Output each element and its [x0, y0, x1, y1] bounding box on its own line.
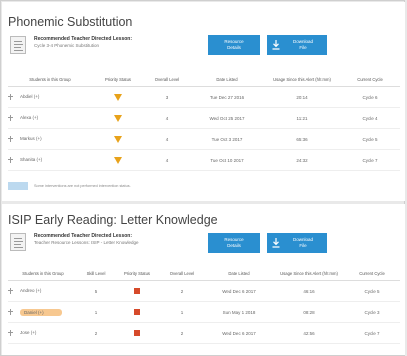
- expand-icon[interactable]: [8, 330, 14, 336]
- section-title: ISIP Early Reading: Letter Knowledge: [8, 213, 218, 227]
- usage: 65:36: [264, 128, 340, 150]
- expand-icon[interactable]: [8, 288, 14, 294]
- section-title: Phonemic Substitution: [8, 15, 133, 29]
- col-skill-level[interactable]: Skill Level: [78, 266, 114, 281]
- current-cycle: Cycle 6: [340, 86, 400, 108]
- student-name[interactable]: Shanita (+): [20, 157, 42, 162]
- lesson-subtitle: Cycle 3-4 Phonemic Substitution: [34, 43, 100, 48]
- student-name-highlighted[interactable]: Daniel (+): [20, 308, 62, 316]
- alert-priority-icon: [134, 330, 140, 336]
- footnote: Some interventions are not performed int…: [34, 184, 131, 188]
- table-header: Students in this Group Priority Status O…: [8, 72, 400, 87]
- usage: 20:14: [264, 86, 340, 108]
- current-cycle: Cycle 7: [344, 322, 400, 344]
- table-row[interactable]: Andreo (+) 5 2 Wed Dec 6 2017 46:16 Cycl…: [8, 280, 400, 302]
- expand-icon[interactable]: [8, 309, 14, 316]
- date-listed: Tue Dec 27 2016: [190, 86, 264, 108]
- resource-details-button[interactable]: Resource Details: [208, 35, 260, 55]
- warning-priority-icon: [114, 156, 122, 164]
- date-listed: Wed Oct 25 2017: [190, 107, 264, 129]
- alert-priority-icon: [134, 288, 140, 294]
- col-current-cycle[interactable]: Current Cycle: [344, 266, 400, 281]
- usage: 11:21: [264, 107, 340, 129]
- skill-level: 1: [78, 301, 114, 323]
- usage: 24:32: [264, 149, 340, 171]
- phonemic-substitution-panel: Phonemic Substitution Recommended Teache…: [2, 2, 405, 201]
- col-priority[interactable]: Priority Status: [114, 266, 160, 281]
- date-listed: Tue Oct 10 2017: [190, 149, 264, 171]
- table-row[interactable]: Alexa (+) 4 Wed Oct 25 2017 11:21 Cycle …: [8, 107, 400, 129]
- lesson-document-icon: [10, 36, 26, 54]
- date-listed: Wed Dec 6 2017: [204, 280, 274, 302]
- lesson-subtitle: Teacher Resource Lessons: ISIP - Letter …: [34, 240, 139, 245]
- overall-level: 3: [144, 86, 190, 108]
- lesson-document-icon: [10, 233, 26, 251]
- date-listed: Sun May 1 2018: [204, 301, 274, 323]
- overall-level: 2: [160, 280, 204, 302]
- lesson-title: Recommended Teacher Directed Lesson:: [34, 36, 132, 42]
- resource-details-button[interactable]: Resource Details: [208, 233, 260, 253]
- table-row[interactable]: Markus (+) 4 Tue Oct 3 2017 65:36 Cycle …: [8, 128, 400, 150]
- current-cycle: Cycle 5: [344, 280, 400, 302]
- col-students[interactable]: Students in this Group: [8, 266, 78, 281]
- warning-priority-icon: [114, 93, 122, 101]
- submit-button[interactable]: [8, 182, 28, 190]
- col-date-listed[interactable]: Date Listed: [190, 72, 264, 87]
- overall-level: 2: [160, 322, 204, 344]
- expand-icon[interactable]: [8, 115, 14, 121]
- table-row[interactable]: Jose (+) 2 2 Wed Dec 6 2017 42:56 Cycle …: [8, 322, 400, 344]
- student-name[interactable]: Jose (+): [20, 330, 36, 335]
- student-name[interactable]: Markus (+): [20, 136, 42, 141]
- col-usage[interactable]: Usage Since this Alert (hh:mm): [274, 266, 344, 281]
- student-name[interactable]: Andreo (+): [20, 288, 41, 293]
- current-cycle: Cycle 5: [340, 128, 400, 150]
- usage: 42:56: [274, 322, 344, 344]
- warning-priority-icon: [114, 135, 122, 143]
- current-cycle: Cycle 3: [344, 301, 400, 323]
- col-usage[interactable]: Usage Since this Alert (hh:mm): [264, 72, 340, 87]
- alert-priority-icon: [134, 309, 140, 315]
- col-current-cycle[interactable]: Current Cycle: [340, 72, 400, 87]
- table-header: Students in this Group Skill Level Prior…: [8, 266, 400, 281]
- overall-level: 1: [160, 301, 204, 323]
- skill-level: 2: [78, 322, 114, 344]
- col-priority[interactable]: Priority Status: [92, 72, 144, 87]
- page: Phonemic Substitution Recommended Teache…: [0, 0, 405, 356]
- usage: 46:16: [274, 280, 344, 302]
- col-date-listed[interactable]: Date Listed: [204, 266, 274, 281]
- table-row[interactable]: Daniel (+) 1 1 Sun May 1 2018 08:28 Cycl…: [8, 301, 400, 323]
- expand-icon[interactable]: [8, 157, 14, 163]
- skill-level: 5: [78, 280, 114, 302]
- overall-level: 4: [144, 149, 190, 171]
- letter-knowledge-panel: ISIP Early Reading: Letter Knowledge Rec…: [2, 204, 405, 355]
- download-file-button[interactable]: Download File: [267, 233, 327, 253]
- download-icon: [272, 40, 280, 50]
- student-name[interactable]: Abdiel (+): [20, 94, 39, 99]
- date-listed: Wed Dec 6 2017: [204, 322, 274, 344]
- lesson-title: Recommended Teacher Directed Lesson:: [34, 233, 132, 239]
- current-cycle: Cycle 4: [340, 107, 400, 129]
- expand-icon[interactable]: [8, 136, 14, 142]
- students-table: Students in this Group Priority Status O…: [8, 72, 400, 171]
- expand-icon[interactable]: [8, 94, 14, 100]
- download-file-button[interactable]: Download File: [267, 35, 327, 55]
- col-students[interactable]: Students in this Group: [8, 72, 92, 87]
- date-listed: Tue Oct 3 2017: [190, 128, 264, 150]
- students-table: Students in this Group Skill Level Prior…: [8, 266, 400, 344]
- table-row[interactable]: Shanita (+) 4 Tue Oct 10 2017 24:32 Cycl…: [8, 149, 400, 171]
- col-overall-level[interactable]: Overall Level: [160, 266, 204, 281]
- warning-priority-icon: [114, 114, 122, 122]
- current-cycle: Cycle 7: [340, 149, 400, 171]
- usage: 08:28: [274, 301, 344, 323]
- download-icon: [272, 238, 280, 248]
- overall-level: 4: [144, 128, 190, 150]
- col-overall-level[interactable]: Overall Level: [144, 72, 190, 87]
- overall-level: 4: [144, 107, 190, 129]
- student-name[interactable]: Alexa (+): [20, 115, 38, 120]
- table-row[interactable]: Abdiel (+) 3 Tue Dec 27 2016 20:14 Cycle…: [8, 86, 400, 108]
